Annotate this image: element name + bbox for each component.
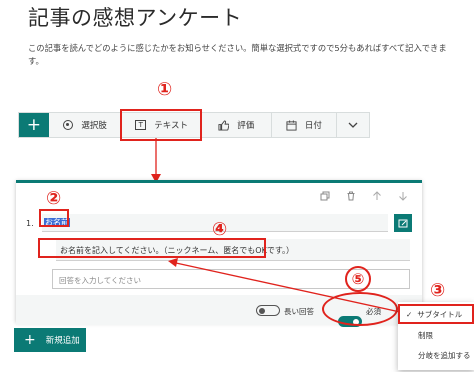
delete-icon[interactable] (346, 191, 356, 201)
plus-icon: + (24, 332, 36, 348)
rating-button[interactable]: 評価 (202, 113, 272, 137)
choice-label: 選択肢 (81, 121, 107, 131)
annotation-box-text-button (120, 109, 202, 141)
question-edit-button[interactable] (394, 214, 412, 232)
plus-icon: + (26, 115, 42, 135)
page-description: この記事を読んでどのように感じたかをお知らせください。簡単な選択式ですので5分も… (28, 43, 447, 66)
date-button[interactable]: 日付 (272, 113, 338, 137)
arrow-down-icon[interactable] (398, 191, 408, 201)
menu-item-subtitle-label: サブタイトル (417, 309, 463, 319)
menu-item-restriction-label: 制限 (418, 330, 433, 340)
annotation-step1: ① (157, 79, 173, 100)
question-number: 1. (26, 219, 34, 228)
calendar-icon (286, 119, 297, 131)
rating-label: 評価 (237, 121, 255, 131)
annotation-arrow-left (168, 258, 401, 313)
checkmark-icon: ✓ (406, 309, 413, 319)
chevron-down-icon (348, 122, 358, 128)
card-actions (320, 191, 408, 201)
add-new-button[interactable]: + 新規追加 (14, 328, 86, 352)
image-edit-icon (398, 219, 408, 228)
page-title: 記事の感想アンケート (28, 6, 243, 30)
menu-item-restriction[interactable]: 制限 (398, 325, 474, 345)
date-label: 日付 (304, 121, 322, 131)
copy-icon[interactable] (320, 191, 330, 201)
radio-icon (63, 120, 74, 130)
add-new-label: 新規追加 (45, 336, 80, 346)
choice-button[interactable]: 選択肢 (49, 113, 123, 137)
annotation-step4: ④ (212, 219, 228, 240)
annotation-arrow-down (151, 138, 161, 183)
menu-item-add-branch[interactable]: 分岐を追加する (398, 345, 474, 365)
menu-item-add-branch-label: 分岐を追加する (418, 350, 471, 360)
add-question-button[interactable]: + (19, 113, 49, 137)
menu-item-subtitle[interactable]: ✓ サブタイトル (398, 304, 474, 324)
annotation-box-title (39, 209, 69, 227)
arrow-up-icon[interactable] (372, 191, 382, 201)
annotation-step3: ③ (430, 280, 446, 301)
thumbs-up-icon (218, 119, 230, 131)
annotation-step2: ② (46, 188, 62, 209)
more-options-menu: ✓ サブタイトル 制限 分岐を追加する (398, 302, 474, 370)
more-types-button[interactable] (337, 113, 369, 137)
